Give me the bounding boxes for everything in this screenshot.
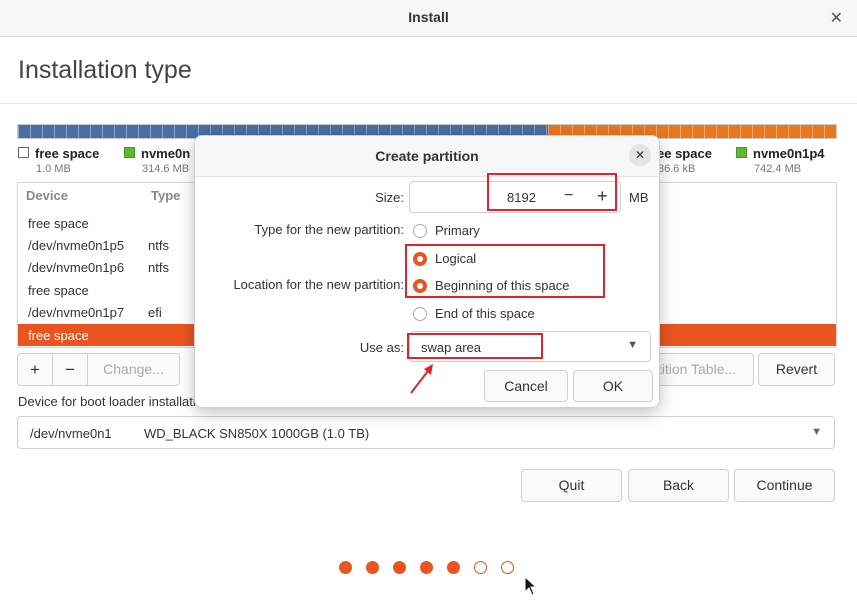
close-icon[interactable]: ✕ [830, 8, 843, 28]
dialog-title: Create partition [375, 148, 479, 164]
chevron-down-icon: ▼ [627, 339, 638, 351]
legend-swatch [736, 147, 747, 158]
size-spinbox[interactable]: 8192 − + [409, 181, 621, 213]
size-unit: MB [629, 190, 649, 205]
progress-dot [501, 561, 514, 574]
use-as-value: swap area [421, 340, 481, 355]
dialog-close-icon[interactable]: ✕ [629, 144, 651, 166]
legend-swatch [124, 147, 135, 158]
window-titlebar: Install ✕ [0, 0, 857, 37]
radio-primary-indicator [413, 224, 427, 238]
location-label: Location for the new partition: [233, 277, 404, 292]
legend-swatch [18, 147, 29, 158]
progress-dot [474, 561, 487, 574]
boot-device: /dev/nvme0n1 [30, 426, 112, 441]
window-title: Install [408, 9, 449, 25]
dialog-header: Create partition ✕ [195, 136, 659, 177]
continue-button[interactable]: Continue [734, 469, 835, 502]
progress-dot [339, 561, 352, 574]
boot-loader-select[interactable]: /dev/nvme0n1 WD_BLACK SN850X 1000GB (1.0… [17, 416, 835, 449]
legend-nvme0n: nvme0n 314.6 MB [124, 146, 190, 175]
minus-icon[interactable]: − [564, 187, 573, 205]
legend-free-space-1: free space 1.0 MB [18, 146, 99, 175]
quit-button[interactable]: Quit [521, 469, 622, 502]
plus-icon[interactable]: + [597, 186, 608, 207]
progress-dot [366, 561, 379, 574]
boot-device-model: WD_BLACK SN850X 1000GB (1.0 TB) [144, 426, 370, 441]
use-as-select[interactable]: swap area ▼ [409, 331, 651, 362]
size-label: Size: [375, 190, 404, 205]
create-partition-dialog: Create partition ✕ Size: 8192 − + MB Typ… [194, 135, 660, 408]
progress-dot [420, 561, 433, 574]
header-divider [0, 103, 857, 104]
legend-nvme0n1p4: nvme0n1p4 742.4 MB [736, 146, 825, 175]
cancel-button[interactable]: Cancel [484, 370, 568, 402]
radio-logical-indicator [413, 252, 427, 266]
type-label: Type for the new partition: [254, 222, 404, 237]
progress-dot [447, 561, 460, 574]
page-title: Installation type [18, 56, 192, 84]
column-header-type[interactable]: Type [151, 188, 180, 203]
radio-beginning-indicator [413, 279, 427, 293]
annotation-arrow-icon [410, 364, 433, 394]
column-header-device[interactable]: Device [26, 188, 68, 203]
back-button[interactable]: Back [628, 469, 729, 502]
remove-partition-button[interactable]: − [52, 353, 88, 386]
change-partition-button[interactable]: Change... [87, 353, 180, 386]
radio-end-indicator [413, 307, 427, 321]
progress-dot [393, 561, 406, 574]
ok-button[interactable]: OK [573, 370, 653, 402]
add-partition-button[interactable]: + [17, 353, 53, 386]
boot-loader-label: Device for boot loader installation: [18, 394, 214, 409]
revert-button[interactable]: Revert [758, 353, 835, 386]
mouse-cursor-icon [524, 576, 538, 596]
chevron-down-icon: ▼ [811, 426, 822, 438]
use-as-label: Use as: [359, 340, 404, 355]
size-value[interactable]: 8192 [507, 190, 536, 205]
